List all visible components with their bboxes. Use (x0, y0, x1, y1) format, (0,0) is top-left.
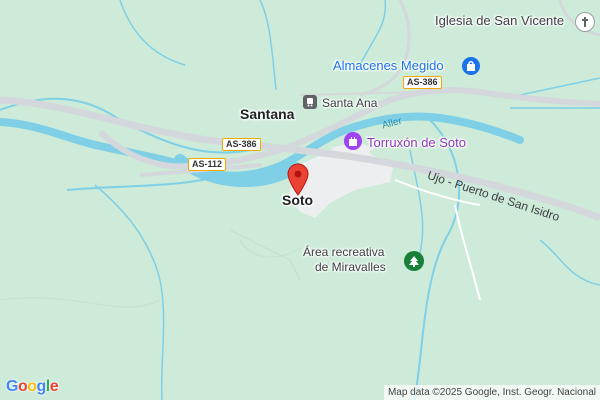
map-attribution[interactable]: Map data ©2025 Google, Inst. Geogr. Naci… (383, 385, 600, 400)
station-label[interactable]: Santa Ana (322, 96, 377, 110)
place-label-santana[interactable]: Santana (240, 106, 294, 122)
church-label[interactable]: Iglesia de San Vicente (435, 13, 564, 28)
castle-icon[interactable] (344, 132, 362, 150)
map-canvas[interactable]: Iglesia de San Vicente Almacenes Megido … (0, 0, 600, 400)
place-label-soto[interactable]: Soto (282, 192, 313, 208)
location-pin-icon[interactable] (286, 162, 310, 196)
park-label-line2[interactable]: de Miravalles (315, 260, 386, 274)
shop-label[interactable]: Almacenes Megido (333, 58, 444, 73)
church-icon[interactable] (575, 12, 595, 32)
tree-icon[interactable] (404, 251, 424, 271)
google-logo: Google (6, 378, 59, 395)
road-shield-as386: AS-386 (403, 76, 442, 89)
road-shield-as112: AS-112 (188, 158, 227, 171)
road-shield-as386-2: AS-386 (222, 138, 261, 151)
shopping-bag-icon[interactable] (462, 57, 480, 75)
train-station-icon[interactable] (303, 95, 317, 109)
park-label-line1[interactable]: Área recreativa (303, 245, 384, 259)
castle-label[interactable]: Torruxón de Soto (367, 135, 466, 150)
